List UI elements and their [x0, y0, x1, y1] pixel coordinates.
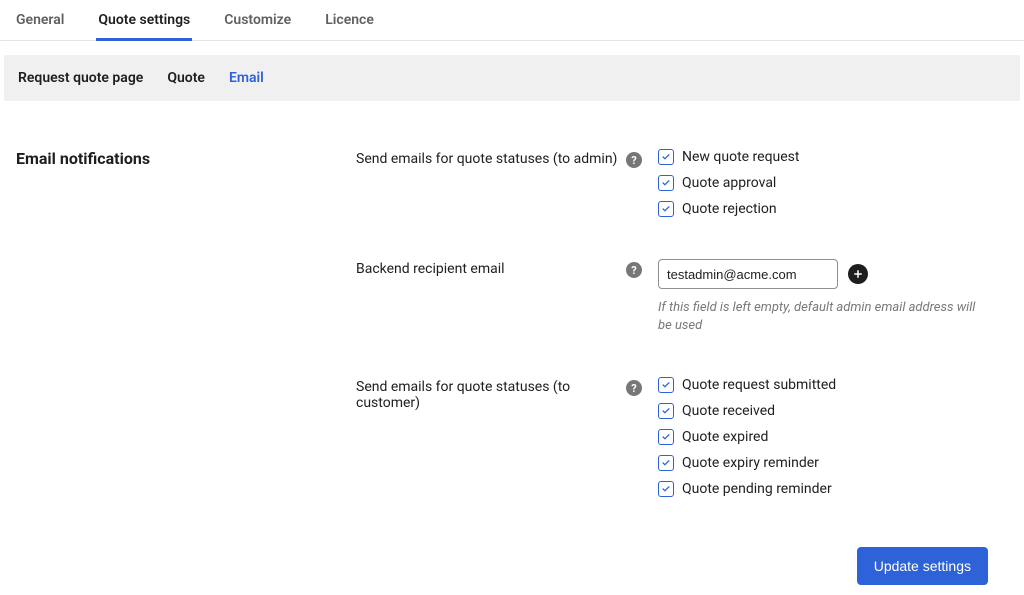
field-admin-statuses: Send emails for quote statuses (to admin…	[356, 149, 1008, 217]
checkbox[interactable]	[658, 455, 674, 471]
help-icon[interactable]: ?	[626, 380, 642, 396]
add-email-button[interactable]	[848, 264, 868, 284]
footer-actions: Update settings	[0, 497, 1024, 595]
checkbox-label: Quote received	[682, 403, 775, 419]
checkbox-label: New quote request	[682, 149, 799, 165]
check-item-new-quote-request[interactable]: New quote request	[658, 149, 1008, 165]
tab-licence[interactable]: Licence	[323, 8, 376, 41]
checkbox-label: Quote expiry reminder	[682, 455, 819, 471]
check-item-quote-received[interactable]: Quote received	[658, 403, 1008, 419]
check-icon	[660, 457, 672, 469]
check-icon	[660, 177, 672, 189]
sub-tab-quote[interactable]: Quote	[167, 70, 205, 86]
sub-tab-request-quote-page[interactable]: Request quote page	[18, 70, 143, 86]
field-label-backend-email: Backend recipient email	[356, 261, 618, 277]
checkbox[interactable]	[658, 481, 674, 497]
sub-tabs: Request quote page Quote Email	[4, 55, 1020, 101]
checkbox[interactable]	[658, 175, 674, 191]
tab-quote-settings[interactable]: Quote settings	[96, 8, 192, 41]
check-item-quote-expired[interactable]: Quote expired	[658, 429, 1008, 445]
admin-status-check-list: New quote request Quote approval Quote r…	[658, 149, 1008, 217]
plus-icon	[852, 268, 864, 280]
checkbox-label: Quote rejection	[682, 201, 777, 217]
check-icon	[660, 483, 672, 495]
field-label-admin-statuses: Send emails for quote statuses (to admin…	[356, 151, 618, 167]
tab-general[interactable]: General	[14, 8, 66, 41]
check-item-quote-approval[interactable]: Quote approval	[658, 175, 1008, 191]
check-item-quote-rejection[interactable]: Quote rejection	[658, 201, 1008, 217]
checkbox-label: Quote expired	[682, 429, 768, 445]
top-tabs: General Quote settings Customize Licence	[0, 0, 1024, 41]
checkbox-label: Quote approval	[682, 175, 776, 191]
check-icon	[660, 431, 672, 443]
checkbox-label: Quote pending reminder	[682, 481, 832, 497]
tab-customize[interactable]: Customize	[222, 8, 293, 41]
help-icon[interactable]: ?	[626, 262, 642, 278]
backend-email-input[interactable]	[658, 259, 838, 289]
check-item-quote-pending-reminder[interactable]: Quote pending reminder	[658, 481, 1008, 497]
check-icon	[660, 379, 672, 391]
check-item-quote-expiry-reminder[interactable]: Quote expiry reminder	[658, 455, 1008, 471]
checkbox[interactable]	[658, 429, 674, 445]
settings-block: Email notifications Send emails for quot…	[0, 101, 1024, 497]
field-customer-statuses: Send emails for quote statuses (to custo…	[356, 377, 1008, 497]
checkbox[interactable]	[658, 377, 674, 393]
field-backend-email: Backend recipient email ? If this field …	[356, 259, 1008, 335]
check-icon	[660, 203, 672, 215]
check-item-quote-request-submitted[interactable]: Quote request submitted	[658, 377, 1008, 393]
field-label-customer-statuses: Send emails for quote statuses (to custo…	[356, 379, 618, 411]
checkbox-label: Quote request submitted	[682, 377, 836, 393]
checkbox[interactable]	[658, 201, 674, 217]
backend-email-helper: If this field is left empty, default adm…	[658, 299, 978, 335]
checkbox[interactable]	[658, 403, 674, 419]
check-icon	[660, 405, 672, 417]
sub-tab-email[interactable]: Email	[229, 70, 264, 86]
update-settings-button[interactable]: Update settings	[857, 547, 988, 585]
checkbox[interactable]	[658, 149, 674, 165]
check-icon	[660, 151, 672, 163]
customer-status-check-list: Quote request submitted Quote received Q…	[658, 377, 1008, 497]
help-icon[interactable]: ?	[626, 152, 642, 168]
section-title-email-notifications: Email notifications	[16, 149, 356, 168]
